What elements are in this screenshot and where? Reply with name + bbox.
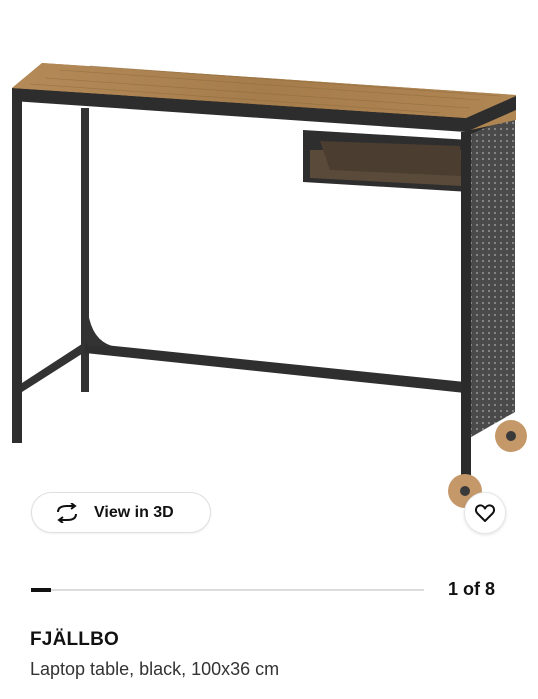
current-image-index: 1	[447, 579, 458, 599]
gallery-counter: 1 of 8	[448, 579, 495, 600]
view-in-3d-button[interactable]: View in 3D	[31, 492, 211, 533]
side-panel	[466, 110, 515, 440]
total-images: 8	[484, 579, 495, 599]
heart-outline-icon	[474, 503, 496, 523]
front-left-leg	[12, 98, 22, 443]
view-in-3d-label: View in 3D	[94, 503, 174, 521]
product-description: Laptop table, black, 100x36 cm	[30, 659, 280, 679]
favorite-button[interactable]	[464, 492, 506, 534]
stretcher-bar	[85, 343, 465, 393]
left-crossbar	[22, 342, 88, 392]
counter-separator: of	[462, 579, 480, 599]
front-right-leg	[461, 132, 471, 484]
product-image	[12, 63, 527, 508]
product-name: FJÄLLBO	[30, 629, 120, 650]
gallery-progress	[31, 588, 424, 592]
gallery-progress-fill	[31, 588, 51, 592]
rotate-3d-icon	[54, 502, 80, 523]
